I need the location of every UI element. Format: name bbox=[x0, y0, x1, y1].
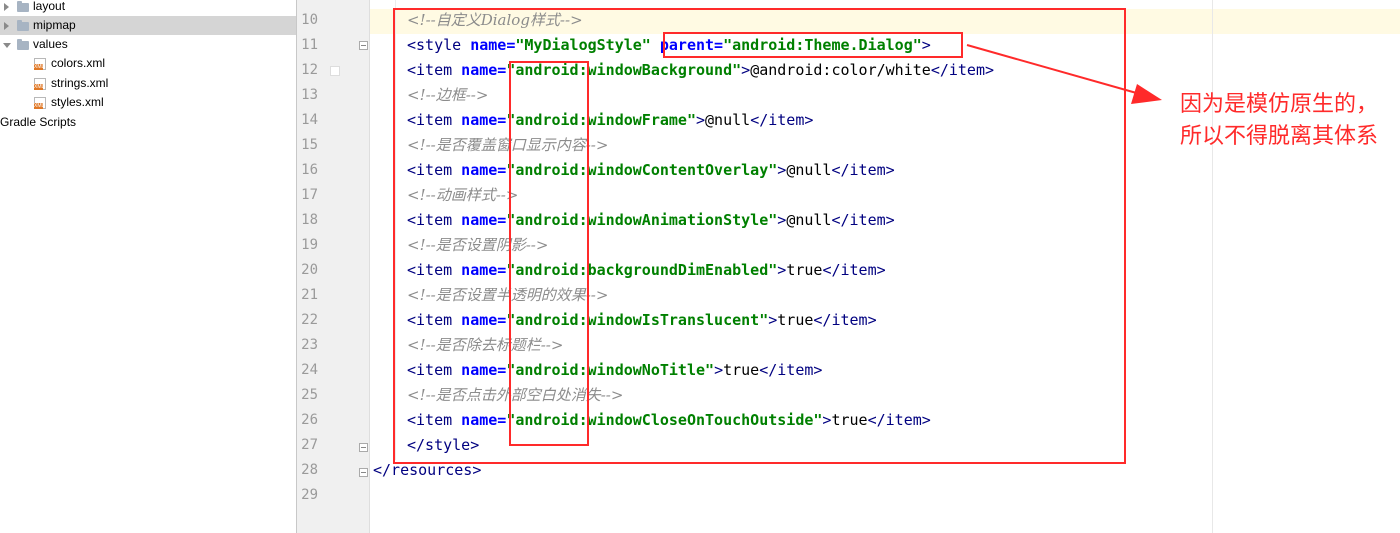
annotation-arrow bbox=[966, 44, 1162, 104]
annotation-note: 因为是模仿原生的，所以不得脱离其体系 bbox=[1180, 91, 1379, 148]
